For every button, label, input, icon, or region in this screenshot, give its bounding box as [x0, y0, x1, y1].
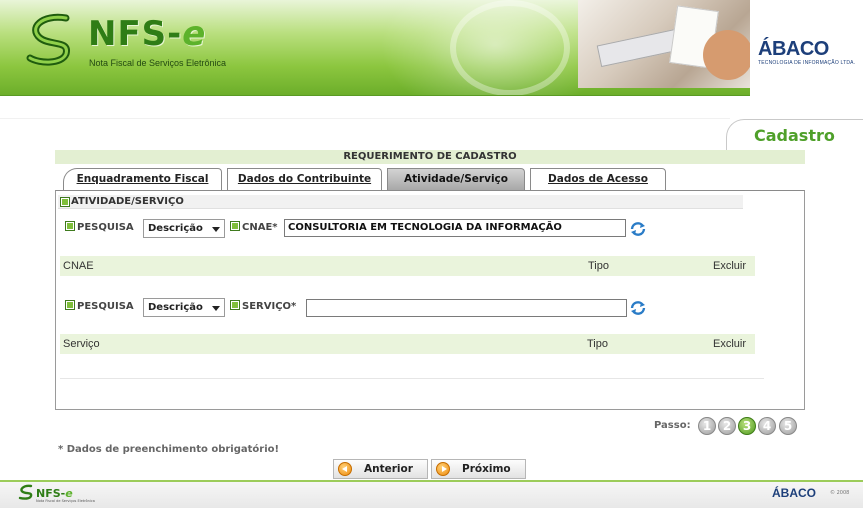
arrow-left-icon [338, 462, 352, 476]
footer-year: © 2008 [830, 490, 850, 496]
partner-logo: ÁBACO [758, 38, 829, 60]
bullet-icon [230, 221, 240, 231]
bullet-icon [60, 197, 70, 207]
nfse-logo-icon [18, 484, 33, 500]
chevron-down-icon [212, 306, 220, 311]
bullet-icon [65, 300, 75, 310]
step-1: 1 [698, 417, 716, 435]
arrow-right-icon [436, 462, 450, 476]
cnae-field-label: CNAE* [230, 221, 278, 233]
tab-bar: Enquadramento Fiscal Dados do Contribuin… [55, 168, 805, 190]
tab-enquadramento-fiscal[interactable]: Enquadramento Fiscal [63, 168, 222, 190]
required-note: * Dados de preenchimento obrigatório! [58, 444, 280, 455]
bullet-icon [65, 221, 75, 231]
step-4: 4 [758, 417, 776, 435]
cnae-input[interactable]: CONSULTORIA EM TECNOLOGIA DA INFORMAÇÃO [284, 219, 626, 237]
cnae-search-type-select[interactable]: Descrição [143, 219, 225, 238]
step-3-current: 3 [738, 417, 756, 435]
nfse-logo-icon [26, 13, 70, 66]
logo-text: NFS-e [88, 14, 207, 54]
tab-atividade-servico[interactable]: Atividade/Serviço [387, 168, 525, 190]
refresh-icon[interactable] [629, 220, 647, 238]
section-label: Cadastro [726, 119, 863, 150]
column-header-tipo: Tipo [587, 338, 608, 350]
service-search-label: PESQUISA [65, 300, 134, 312]
footer-partner-logo: ÁBACO [772, 486, 816, 500]
service-search-type-select[interactable]: Descrição [143, 298, 225, 317]
footer [0, 480, 863, 508]
column-header-excluir: Excluir [713, 338, 747, 350]
divider [60, 378, 764, 379]
next-button[interactable]: Próximo [431, 459, 526, 479]
column-header-servico: Serviço [63, 338, 100, 350]
previous-button[interactable]: Anterior [333, 459, 428, 479]
service-input[interactable] [306, 299, 627, 317]
column-header-excluir: Excluir [713, 260, 747, 272]
divider [0, 118, 730, 119]
header-photo [578, 0, 750, 88]
tab-dados-acesso[interactable]: Dados de Acesso [530, 168, 666, 190]
logo-subtitle: Nota Fiscal de Serviços Eletrônica [89, 58, 227, 68]
section-heading: ATIVIDADE/SERVIÇO [58, 195, 743, 209]
partner-subtitle: TECNOLOGIA DE INFORMAÇÃO LTDA. [758, 60, 856, 66]
footer-logo-subtitle: Nota Fiscal de Serviços Eletrônica [36, 499, 95, 503]
service-table-header: Serviço Tipo Excluir [60, 334, 755, 354]
step-5: 5 [779, 417, 797, 435]
service-field-label: SERVIÇO* [230, 300, 296, 312]
refresh-icon[interactable] [629, 299, 647, 317]
column-header-cnae: CNAE [63, 260, 94, 272]
chevron-down-icon [212, 227, 220, 232]
cnae-table-header: CNAE Tipo Excluir [60, 256, 755, 276]
header-banner: NFS-e Nota Fiscal de Serviços Eletrônica [0, 0, 863, 96]
banner-decoration-ring [450, 0, 570, 95]
step-2: 2 [718, 417, 736, 435]
page-title: REQUERIMENTO DE CADASTRO [55, 150, 805, 164]
step-label: Passo: [654, 420, 691, 431]
column-header-tipo: Tipo [588, 260, 609, 272]
tab-dados-contribuinte[interactable]: Dados do Contribuinte [227, 168, 382, 190]
cnae-search-label: PESQUISA [65, 221, 134, 233]
bullet-icon [230, 300, 240, 310]
